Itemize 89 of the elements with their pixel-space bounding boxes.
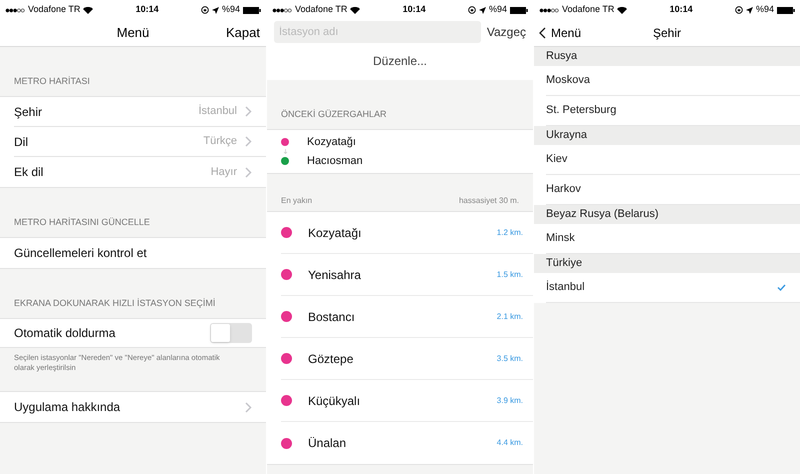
- location-arrow-icon: [746, 6, 753, 14]
- battery-percent: %94: [488, 3, 507, 16]
- station-row[interactable]: Yenisahra 1.5 km.: [281, 254, 533, 296]
- distance-label: 3.5 km.: [496, 352, 523, 364]
- clock-time: 10:14: [670, 3, 693, 16]
- back-button[interactable]: Menü: [539, 24, 582, 42]
- distance-label: 2.1 km.: [496, 310, 523, 322]
- back-chevron-icon: [539, 27, 546, 39]
- city-name: Moskova: [546, 73, 592, 88]
- city-row[interactable]: Kiev: [546, 145, 800, 175]
- cancel-button[interactable]: Vazgeç: [486, 23, 526, 41]
- station-name: Kozyatağı: [308, 224, 362, 242]
- signal-icon: [272, 8, 292, 12]
- row-value: Türkçe: [203, 134, 237, 150]
- settings-row[interactable]: Şehir İstanbul: [14, 97, 266, 127]
- settings-row[interactable]: Dil Türkçe: [14, 127, 266, 157]
- nav-title: Şehir: [652, 25, 681, 42]
- chevron-icon: [245, 106, 252, 117]
- section-header: En yakın: [281, 195, 312, 207]
- carrier-name: Vodafone TR: [28, 3, 80, 16]
- country-header: Rusya: [534, 47, 800, 66]
- carrier-name: Vodafone TR: [295, 3, 348, 16]
- section-header: EKRANA DOKUNARAK HIZLI İSTASYON SEÇİMİ: [14, 298, 216, 308]
- section-header: METRO HARİTASI: [14, 76, 90, 86]
- settings-row[interactable]: Uygulama hakkında: [0, 392, 266, 422]
- battery-icon: [242, 6, 261, 14]
- battery-percent: %94: [222, 3, 240, 16]
- chevron-icon: [245, 136, 252, 147]
- edit-button[interactable]: Düzenle...: [372, 52, 428, 70]
- row-value: İstanbul: [198, 104, 237, 120]
- city-name: Minsk: [546, 231, 576, 246]
- nav-title: Menü: [116, 24, 150, 42]
- station-row[interactable]: Ünalan 4.4 km.: [281, 422, 533, 464]
- wifi-icon: [350, 6, 360, 14]
- distance-label: 3.9 km.: [496, 394, 523, 406]
- distance-label: 4.4 km.: [496, 437, 523, 449]
- distance-label: 1.5 km.: [496, 268, 523, 280]
- checkmark-icon: [777, 284, 786, 291]
- down-arrow-icon: [283, 149, 288, 154]
- settings-row[interactable]: Ek dil Hayır: [14, 157, 266, 187]
- section-header: ÖNCEKİ GÜZERGAHLAR: [281, 109, 387, 119]
- battery-percent: %94: [756, 3, 774, 16]
- station-row[interactable]: Bostancı 2.1 km.: [281, 296, 533, 338]
- row-label: Uygulama hakkında: [14, 399, 122, 416]
- row-value: Hayır: [210, 164, 237, 180]
- station-name: Ünalan: [308, 435, 348, 452]
- station-name: Küçükyalı: [308, 392, 362, 410]
- city-name: Kiev: [546, 152, 568, 168]
- location-arrow-icon: [478, 6, 486, 14]
- clock-time: 10:14: [402, 3, 426, 16]
- row-label: Şehir: [14, 104, 44, 120]
- signal-icon: [539, 8, 559, 12]
- toggle-switch[interactable]: [210, 323, 252, 343]
- chevron-icon: [245, 166, 252, 178]
- city-name: Harkov: [546, 182, 582, 198]
- station-name: Hacıosman: [307, 154, 363, 169]
- wifi-icon: [83, 6, 94, 14]
- country-header: Türkiye: [534, 254, 800, 273]
- clock-time: 10:14: [136, 3, 159, 16]
- station-row[interactable]: Küçükyalı 3.9 km.: [281, 380, 533, 422]
- station-name: Bostancı: [308, 308, 356, 326]
- row-label: Otomatik doldurma: [14, 325, 116, 342]
- row-label: Ek dil: [14, 164, 44, 181]
- city-row[interactable]: Moskova: [546, 66, 800, 96]
- battery-icon: [776, 6, 795, 14]
- chevron-icon: [245, 402, 252, 412]
- lock-rotation-icon: [468, 6, 476, 14]
- battery-icon: [510, 6, 528, 14]
- station-name: Kozyatağı: [307, 134, 356, 150]
- distance-label: 1.2 km.: [496, 226, 523, 238]
- close-button[interactable]: Kapat: [226, 23, 260, 43]
- station-row[interactable]: Göztepe 3.5 km.: [281, 338, 533, 380]
- city-name: St. Petersburg: [546, 103, 618, 118]
- signal-icon: [5, 8, 25, 12]
- country-header: Beyaz Rusya (Belarus): [534, 205, 800, 224]
- station-row[interactable]: Kozyatağı 1.2 km.: [281, 212, 533, 254]
- station-name: Göztepe: [308, 350, 354, 368]
- lock-rotation-icon: [200, 6, 209, 14]
- row-label: Dil: [14, 134, 29, 150]
- accuracy-label: hassasiyet 30 m.: [458, 195, 519, 207]
- wifi-icon: [617, 6, 628, 14]
- country-header: Ukrayna: [534, 126, 800, 145]
- lock-rotation-icon: [734, 6, 743, 14]
- station-name: Yenisahra: [308, 266, 362, 284]
- location-arrow-icon: [212, 6, 219, 14]
- route-card[interactable]: Kozyatağı Hacıosman: [267, 129, 533, 174]
- carrier-name: Vodafone TR: [562, 3, 614, 16]
- city-name: İstanbul: [546, 280, 586, 296]
- section-header: METRO HARİTASINI GÜNCELLE: [14, 217, 150, 227]
